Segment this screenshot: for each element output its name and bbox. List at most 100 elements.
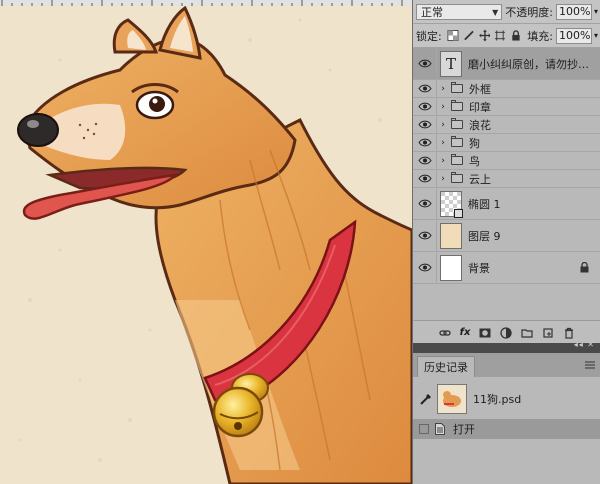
layer-name: 鸟 (469, 154, 480, 168)
tab-history-label: 历史记录 (424, 361, 468, 374)
opacity-dropdown-icon[interactable]: ▾ (594, 7, 598, 16)
mask-icon[interactable] (479, 327, 491, 339)
eye-icon (417, 138, 432, 147)
lock-position-icon[interactable] (478, 29, 491, 42)
layer-name: 印章 (469, 100, 491, 114)
fill-dropdown-icon[interactable]: ▾ (594, 31, 598, 40)
layer-name: 椭圆 1 (468, 197, 501, 211)
snapshot-thumbnail (437, 384, 467, 414)
eye-icon (417, 174, 432, 183)
document-icon (435, 423, 445, 435)
layer-group[interactable]: › 鸟 (413, 152, 600, 170)
layer-name: 狗 (469, 136, 480, 150)
history-brush-source-icon[interactable] (419, 392, 433, 406)
snapshot-name: 11狗.psd (473, 393, 522, 406)
visibility-toggle[interactable] (413, 188, 437, 219)
lock-artboard-icon[interactable] (494, 29, 506, 42)
visibility-toggle[interactable] (413, 252, 437, 283)
dog-illustration (0, 6, 412, 484)
lock-transparent-pixels-icon[interactable] (447, 29, 459, 42)
document-canvas[interactable] (0, 0, 412, 484)
chevron-right-icon[interactable]: › (437, 102, 449, 112)
dog-thumbnail-image (443, 391, 461, 407)
eye-icon (417, 199, 432, 208)
opacity-label: 不透明度: (505, 5, 553, 19)
layer-name: 磨小纠纠原创，请勿抄… (468, 57, 589, 71)
layer-pixel[interactable]: 图层 9 (413, 220, 600, 252)
chevron-right-icon[interactable]: › (437, 174, 449, 184)
vector-mask-icon (454, 208, 463, 218)
eye-icon (417, 263, 432, 272)
visibility-toggle[interactable] (413, 220, 437, 251)
visibility-toggle[interactable] (413, 170, 437, 187)
collapse-icon[interactable]: ◂◂ ✕ (574, 340, 595, 349)
history-step-label: 打开 (453, 423, 475, 436)
history-step[interactable]: 打开 (413, 419, 600, 439)
history-checkbox[interactable] (419, 424, 429, 434)
layer-background[interactable]: 背景 (413, 252, 600, 284)
layer-text[interactable]: T 磨小纠纠原创，请勿抄… (413, 48, 600, 80)
folder-icon (451, 118, 463, 129)
layer-list: T 磨小纠纠原创，请勿抄… › 外框 › 印章 › 浪花 › 狗 › 鸟 › 云… (413, 48, 600, 284)
layer-name: 云上 (469, 172, 491, 186)
opacity-input[interactable]: 100% (555, 3, 592, 20)
visibility-toggle[interactable] (413, 116, 437, 133)
fx-icon[interactable]: fx (460, 327, 471, 338)
history-snapshot[interactable]: 11狗.psd (413, 381, 600, 417)
folder-icon (451, 172, 463, 183)
link-icon[interactable] (438, 327, 451, 339)
visibility-toggle[interactable] (413, 98, 437, 115)
layers-panel: 正常 ▼ 不透明度: 100% ▾ 锁定: 填充: 100% ▾ T 磨小纠纠原… (412, 0, 600, 344)
group-icon[interactable] (521, 327, 534, 339)
chevron-right-icon[interactable]: › (437, 156, 449, 166)
eye-icon (417, 120, 432, 129)
layer-group[interactable]: › 云上 (413, 170, 600, 188)
lock-fill-row: 锁定: 填充: 100% ▾ (413, 24, 600, 48)
lock-icon (580, 262, 589, 273)
chevron-right-icon[interactable]: › (437, 84, 449, 94)
fill-value: 100% (558, 29, 591, 42)
visibility-toggle[interactable] (413, 80, 437, 97)
adjustment-icon[interactable] (500, 326, 513, 339)
layer-name: 外框 (469, 82, 491, 96)
eye-icon (417, 59, 432, 68)
shape-thumbnail (440, 190, 463, 218)
visibility-toggle[interactable] (413, 48, 437, 79)
layer-group[interactable]: › 浪花 (413, 116, 600, 134)
folder-icon (451, 82, 463, 93)
tab-history[interactable]: 历史记录 (417, 356, 475, 377)
layer-shape[interactable]: 椭圆 1 (413, 188, 600, 220)
lock-all-icon[interactable] (510, 29, 522, 42)
layer-group[interactable]: › 狗 (413, 134, 600, 152)
text-layer-icon: T (440, 50, 462, 77)
layers-footer-toolbar: fx (413, 320, 600, 344)
folder-icon (451, 136, 463, 147)
eye-icon (417, 156, 432, 165)
new-layer-icon[interactable] (542, 327, 554, 339)
layer-thumbnail (440, 222, 462, 249)
lock-image-pixels-icon[interactable] (463, 29, 475, 42)
layer-group[interactable]: › 外框 (413, 80, 600, 98)
layer-group[interactable]: › 印章 (413, 98, 600, 116)
panel-menu-icon[interactable] (585, 361, 595, 369)
blend-opacity-row: 正常 ▼ 不透明度: 100% ▾ (413, 0, 600, 24)
folder-icon (451, 154, 463, 165)
visibility-toggle[interactable] (413, 134, 437, 151)
eye-icon (417, 231, 432, 240)
fill-label: 填充: (527, 29, 553, 43)
visibility-toggle[interactable] (413, 152, 437, 169)
panel-collapse-bar[interactable]: ◂◂ ✕ (413, 340, 600, 353)
trash-icon[interactable] (563, 327, 575, 339)
chevron-right-icon[interactable]: › (437, 138, 449, 148)
chevron-right-icon[interactable]: › (437, 120, 449, 130)
layer-name: 背景 (468, 261, 490, 275)
eye-icon (417, 102, 432, 111)
eye-icon (417, 84, 432, 93)
history-tabs: 历史记录 (413, 353, 600, 377)
blend-mode-select[interactable]: 正常 ▼ (416, 3, 503, 20)
blend-mode-value: 正常 (421, 5, 443, 19)
fill-input[interactable]: 100% (555, 27, 592, 44)
layer-name: 浪花 (469, 118, 491, 132)
layer-name: 图层 9 (468, 229, 501, 243)
opacity-value: 100% (558, 5, 591, 18)
